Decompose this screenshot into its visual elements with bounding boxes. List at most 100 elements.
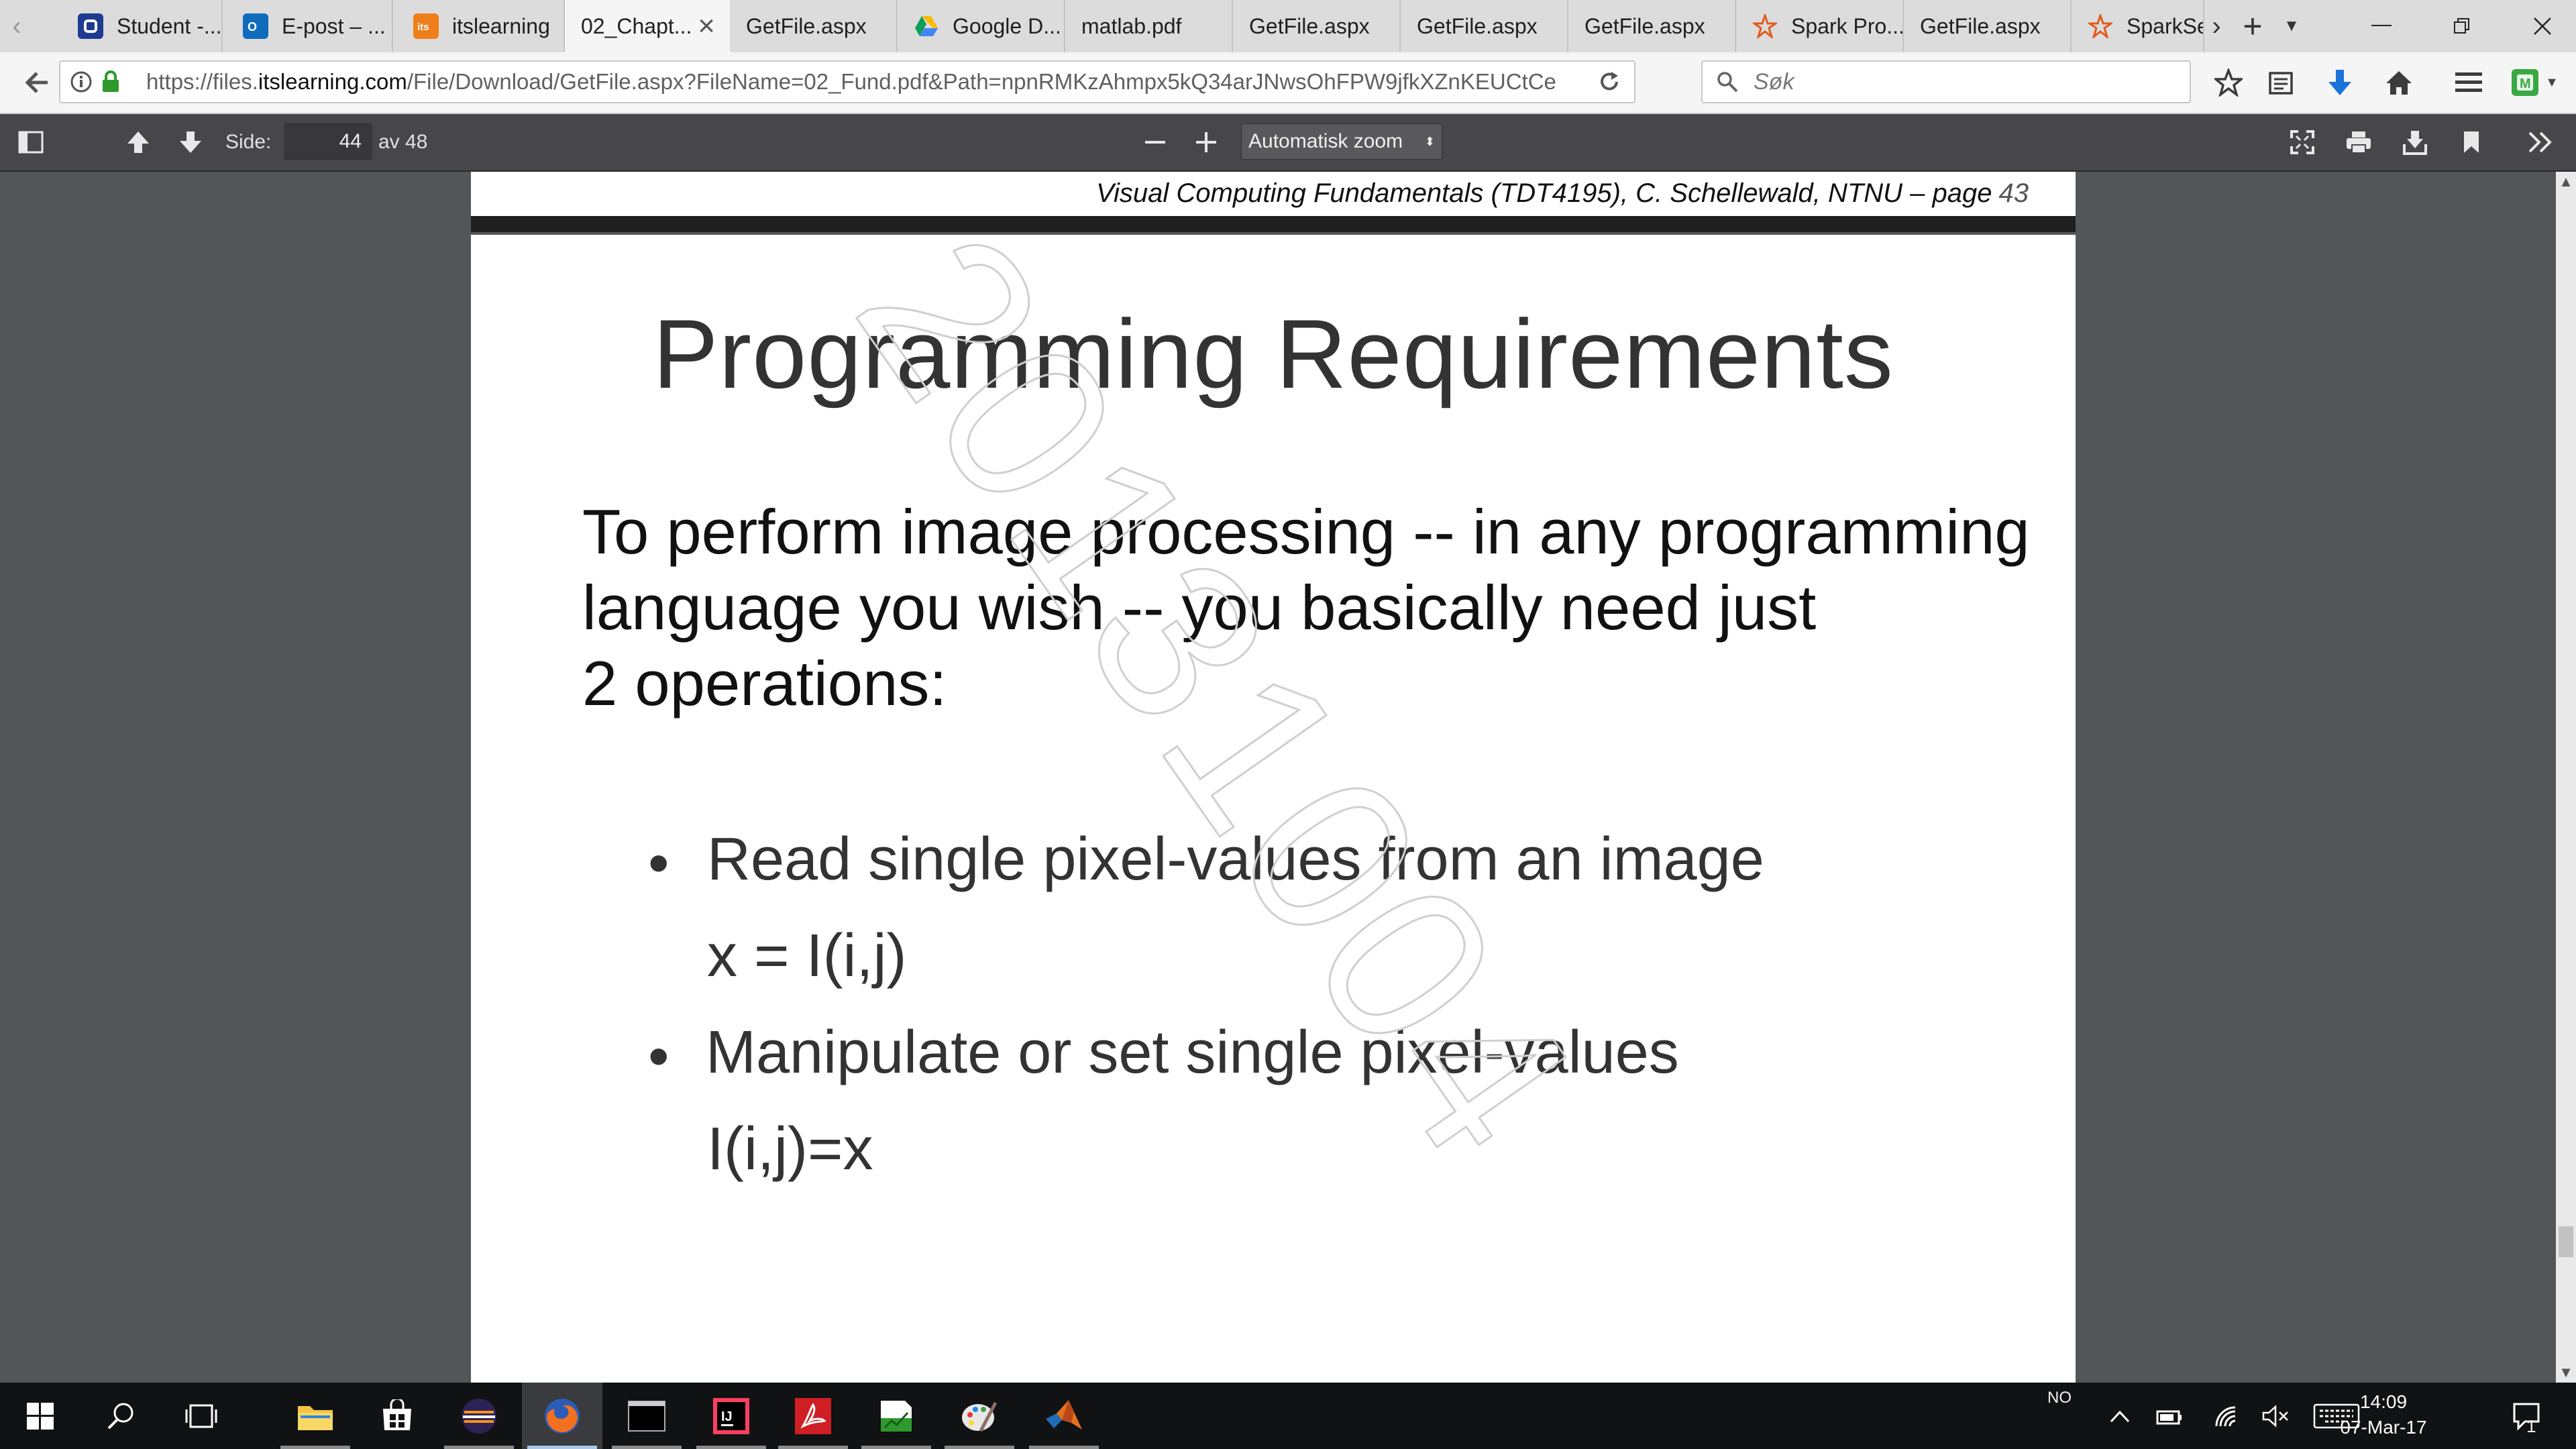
svg-text:M: M	[2520, 76, 2531, 91]
print-icon[interactable]	[2340, 114, 2377, 170]
clock-date: 07-Mar-17	[2340, 1417, 2427, 1438]
site-identity[interactable]	[70, 62, 121, 102]
previous-page-arrow-icon[interactable]	[119, 114, 157, 170]
store-icon[interactable]	[357, 1383, 437, 1449]
clock[interactable]: 14:09 07-Mar-17	[2340, 1383, 2427, 1449]
tab-sparkse[interactable]: SparkSe	[2072, 0, 2204, 52]
url-bar[interactable]: https://files.itslearning.com/File/Downl…	[59, 60, 1635, 103]
tab-label: GetFile.aspx	[1585, 13, 1705, 38]
page-label: Side:	[225, 131, 272, 153]
home-icon[interactable]	[2372, 52, 2426, 113]
eclipse-icon[interactable]	[439, 1383, 519, 1449]
new-tab-plus-icon[interactable]: +	[2235, 0, 2270, 52]
minimize-icon[interactable]	[2341, 0, 2422, 52]
spark-icon	[1752, 13, 1778, 39]
tab-getfile-5[interactable]: GetFile.aspx	[1904, 0, 2072, 52]
scroll-up-arrow-icon[interactable]: ▲	[2556, 172, 2576, 192]
tab-itslearning[interactable]: its itslearning	[397, 0, 565, 52]
tools-double-chevron-icon[interactable]	[2520, 114, 2561, 170]
start-windows-icon[interactable]	[0, 1383, 80, 1449]
pdf-viewer[interactable]: Visual Computing Fundamentals (TDT4195),…	[0, 172, 2556, 1383]
tab-label: E-post – ...	[282, 13, 386, 38]
firefox-icon[interactable]	[522, 1383, 602, 1449]
select-arrows-icon: ⬍	[1424, 135, 1435, 148]
download-arrow-icon[interactable]	[2313, 52, 2367, 113]
sidebar-toggle-icon[interactable]	[12, 114, 50, 170]
close-window-icon[interactable]	[2502, 0, 2576, 52]
list-all-tabs-chevron-down-icon[interactable]: ▼	[2275, 0, 2308, 52]
file-explorer-icon[interactable]	[275, 1383, 356, 1449]
reading-list-icon[interactable]	[2254, 52, 2308, 113]
lock-icon	[103, 70, 119, 92]
task-view-icon[interactable]	[161, 1383, 241, 1449]
matlab-icon[interactable]	[1024, 1383, 1104, 1449]
tab-spark-pro[interactable]: Spark Pro...	[1736, 0, 1904, 52]
tab-getfile-2[interactable]: GetFile.aspx	[1233, 0, 1401, 52]
tab-scroll-right-icon[interactable]: ›	[2204, 0, 2229, 52]
restore-icon[interactable]	[2422, 0, 2502, 52]
tab-close-icon[interactable]: ×	[698, 9, 715, 43]
volume-muted-icon[interactable]	[2255, 1383, 2296, 1449]
previous-page-bottom: Visual Computing Fundamentals (TDT4195),…	[471, 172, 2076, 216]
intro-line: 2 operations:	[582, 648, 947, 718]
navigation-bar: https://files.itslearning.com/File/Downl…	[0, 52, 2576, 114]
tab-label: matlab.pdf	[1081, 13, 1182, 38]
presentation-mode-icon[interactable]	[2284, 114, 2321, 170]
bookmark-star-icon[interactable]	[2202, 52, 2255, 113]
reload-icon[interactable]	[1598, 62, 1621, 102]
page-number-input[interactable]: 44	[284, 123, 372, 160]
tab-label: GetFile.aspx	[1920, 13, 2041, 38]
spreadsheet-app-icon[interactable]	[856, 1383, 936, 1449]
back-arrow-icon[interactable]	[7, 52, 67, 113]
tab-label: GetFile.aspx	[1249, 13, 1370, 38]
bookmark-icon[interactable]	[2454, 114, 2489, 170]
save-download-icon[interactable]	[2396, 114, 2434, 170]
tab-getfile-4[interactable]: GetFile.aspx	[1568, 0, 1736, 52]
url-text[interactable]: https://files.itslearning.com/File/Downl…	[146, 62, 1649, 102]
language-indicator[interactable]: NO	[2047, 1388, 2072, 1408]
google-drive-icon	[914, 13, 939, 39]
pdf-toolbar: Side: 44 av 48 Automatisk zoom ⬍	[0, 114, 2576, 172]
tab-02-chapter[interactable]: 02_Chapt... ×	[565, 0, 730, 52]
scroll-down-arrow-icon[interactable]: ▼	[2556, 1362, 2576, 1383]
tab-student[interactable]: Student -...	[62, 0, 223, 52]
outlook-icon: O	[243, 13, 268, 39]
battery-icon[interactable]	[2149, 1383, 2190, 1449]
paint-app-icon[interactable]	[939, 1383, 1020, 1449]
extension-icon[interactable]: M ▼	[2501, 52, 2568, 113]
zoom-out-minus-icon[interactable]	[1138, 114, 1173, 170]
scrollbar-thumb[interactable]	[2559, 1226, 2573, 1257]
tab-google-drive[interactable]: Google D...	[898, 0, 1065, 52]
action-center-icon[interactable]: 1	[2500, 1383, 2553, 1449]
menu-hamburger-icon[interactable]	[2442, 52, 2496, 113]
slide-title: Programming Requirements	[653, 299, 1894, 409]
next-page-arrow-icon[interactable]	[172, 114, 209, 170]
slide-intro: To perform image processing -- in any pr…	[582, 494, 2031, 721]
bullet-icon: •	[648, 830, 669, 897]
zoom-select[interactable]: Automatisk zoom ⬍	[1241, 123, 1442, 160]
spark-icon	[2088, 13, 2113, 39]
search-box[interactable]: Søk	[1701, 60, 2191, 103]
svg-text:O: O	[248, 20, 257, 34]
tab-scroll-left-icon[interactable]: ‹	[0, 0, 34, 52]
tab-email[interactable]: O E-post – ...	[227, 0, 393, 52]
tab-label: 02_Chapt...	[581, 13, 692, 38]
bullet-text: Read single pixel-values from an image	[707, 826, 1764, 893]
intro-line: To perform image processing -- in any pr…	[582, 496, 2030, 567]
show-hidden-icons-chevron-icon[interactable]	[2100, 1383, 2140, 1449]
vertical-scrollbar[interactable]: ▲ ▼	[2556, 172, 2576, 1383]
tab-label: itslearning	[452, 13, 550, 38]
tab-getfile-3[interactable]: GetFile.aspx	[1401, 0, 1568, 52]
tab-matlab-pdf[interactable]: matlab.pdf	[1065, 0, 1233, 52]
search-icon[interactable]	[80, 1383, 161, 1449]
wifi-icon[interactable]	[2207, 1383, 2247, 1449]
zoom-in-plus-icon[interactable]	[1189, 114, 1224, 170]
notification-count: 1	[2526, 1416, 2536, 1436]
tab-label: Student -...	[117, 13, 222, 38]
terminal-icon[interactable]	[606, 1383, 687, 1449]
acrobat-icon[interactable]	[773, 1383, 853, 1449]
tab-getfile-1[interactable]: GetFile.aspx	[730, 0, 898, 52]
svg-text:its: its	[417, 21, 429, 33]
intellij-icon[interactable]: IJ	[691, 1383, 771, 1449]
intro-line: language you wish -- you basically need …	[582, 572, 1817, 643]
